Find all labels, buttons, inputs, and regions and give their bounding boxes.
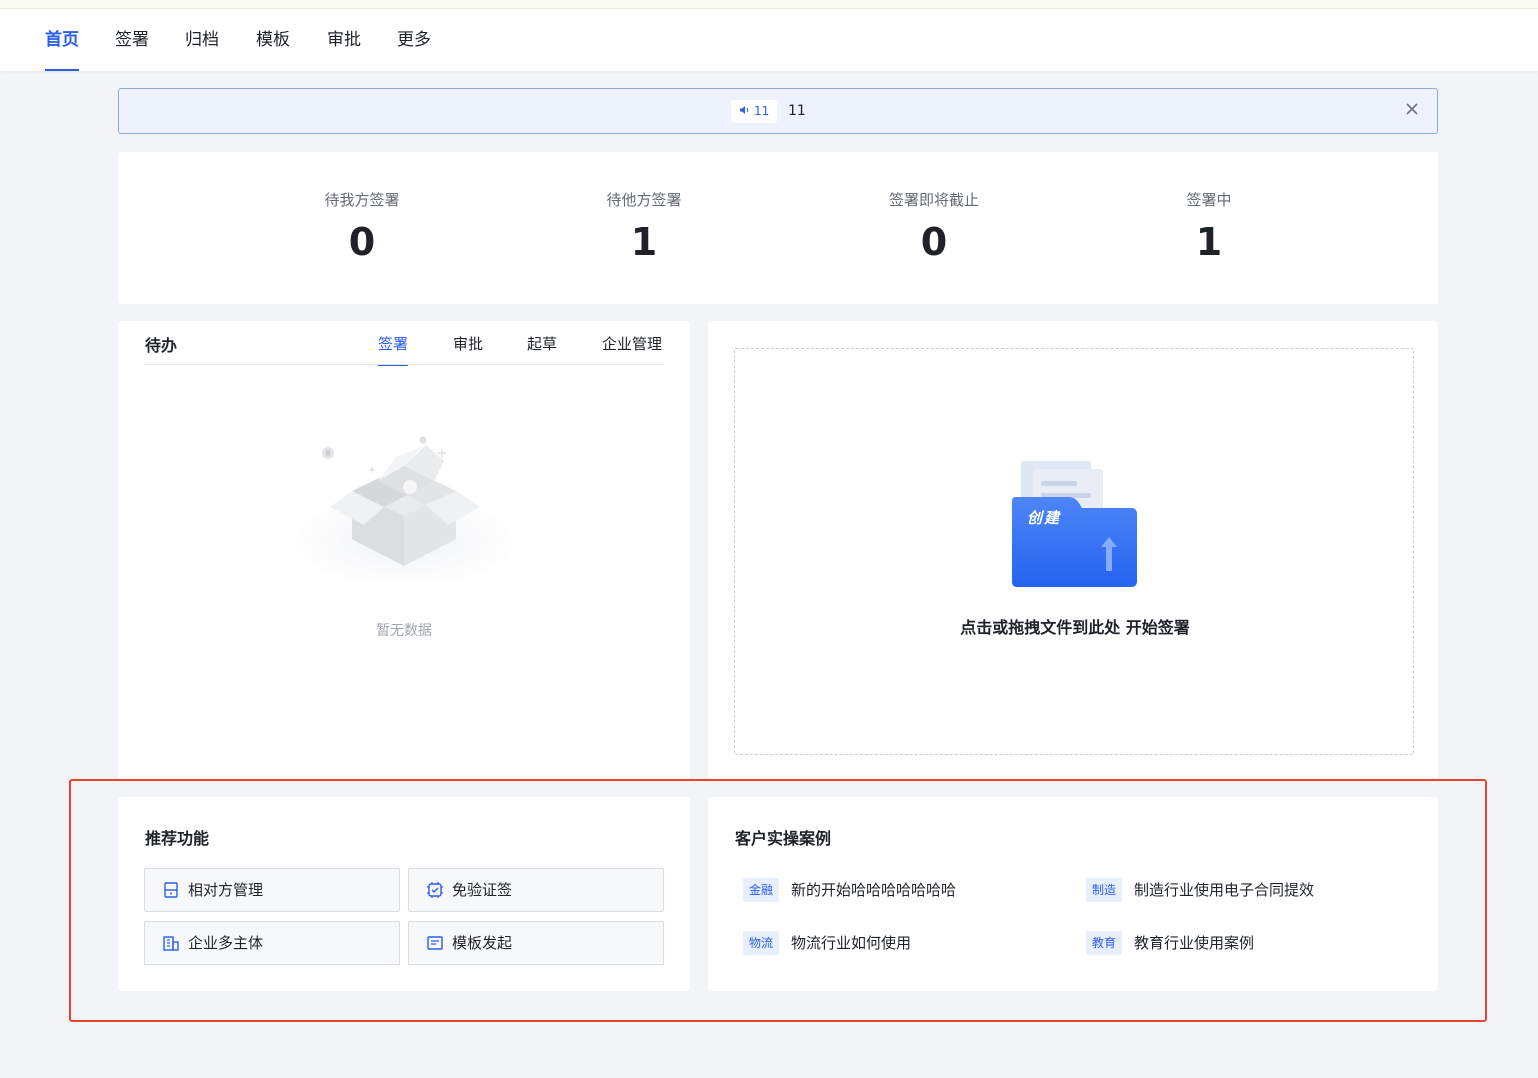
todo-tab-sign[interactable]: 签署	[378, 333, 409, 366]
cases-title: 客户实操案例	[735, 829, 832, 848]
feature-label: 相对方管理	[188, 881, 264, 899]
todo-tab-draft[interactable]: 起草	[527, 333, 557, 365]
recommend-title: 推荐功能	[145, 829, 210, 848]
stat-label: 待他方签署	[606, 191, 682, 209]
nav-tab-sign[interactable]: 签署	[115, 9, 149, 71]
empty-box-illustration	[286, 421, 522, 591]
close-icon[interactable]	[1399, 98, 1425, 124]
stat-label: 待我方签署	[324, 191, 400, 209]
stats-panel: 待我方签署 0 待他方签署 1 签署即将截止 0 签署中 1	[118, 152, 1438, 304]
upload-dropzone[interactable]: 创建 点击或拖拽文件到此处 开始签署	[734, 348, 1414, 755]
speaker-icon	[739, 100, 750, 123]
case-tag: 物流	[743, 931, 780, 955]
nav-tab-more[interactable]: 更多	[397, 9, 431, 71]
case-tag: 教育	[1086, 931, 1123, 955]
todo-tab-approval[interactable]: 审批	[453, 333, 483, 365]
upload-instruction: 点击或拖拽文件到此处 开始签署	[960, 618, 1190, 637]
nav-tab-template[interactable]: 模板	[256, 9, 290, 71]
case-title: 教育行业使用案例	[1134, 934, 1255, 952]
case-tag: 制造	[1086, 878, 1123, 902]
verified-seal-icon	[426, 881, 444, 899]
upload-card: 创建 点击或拖拽文件到此处 开始签署	[708, 321, 1438, 781]
create-folder-icon: 创建	[1009, 457, 1143, 589]
case-tag: 金融	[743, 878, 780, 902]
feature-label: 企业多主体	[188, 934, 264, 952]
stat-value: 1	[1195, 220, 1223, 264]
stat-value: 0	[920, 220, 948, 264]
feature-template-start-button[interactable]: 模板发起	[408, 921, 664, 965]
case-title: 新的开始哈哈哈哈哈哈哈	[791, 881, 957, 899]
feature-no-verify-sign-button[interactable]: 免验证签	[408, 868, 664, 912]
todo-title: 待办	[145, 336, 178, 355]
case-title: 制造行业使用电子合同提效	[1134, 881, 1315, 899]
template-icon	[426, 934, 444, 952]
notice-tag: 11	[731, 100, 778, 123]
folder-label: 创建	[1027, 509, 1062, 527]
stat-label: 签署即将截止	[888, 191, 979, 209]
top-nav: 首页 签署 归档 模板 审批 更多	[0, 9, 1538, 71]
nav-tab-home[interactable]: 首页	[45, 9, 79, 71]
todo-tab-enterprise[interactable]: 企业管理	[602, 333, 662, 365]
recommend-card: 推荐功能 相对方管理 免验证签 企业多主体 模板发起	[118, 797, 690, 991]
stat-value: 0	[348, 220, 376, 264]
feature-label: 免验证签	[452, 881, 513, 899]
cases-card: 客户实操案例 金融 新的开始哈哈哈哈哈哈哈 制造 制造行业使用电子合同提效 物流…	[708, 797, 1438, 991]
nav-tab-archive[interactable]: 归档	[185, 9, 219, 71]
todo-card: 待办 签署 审批 起草 企业管理 暂无数据	[118, 321, 690, 781]
nav-tab-approval[interactable]: 审批	[327, 9, 361, 71]
feature-counterparty-button[interactable]: 相对方管理	[144, 868, 400, 912]
top-strip	[0, 0, 1538, 9]
notice-tag-text: 11	[754, 104, 770, 118]
feature-multi-entity-button[interactable]: 企业多主体	[144, 921, 400, 965]
empty-text: 暂无数据	[376, 623, 432, 639]
notice-text: 11	[788, 103, 806, 119]
stat-label: 签署中	[1186, 191, 1232, 209]
notice-bar: 11 11	[118, 88, 1438, 134]
case-title: 物流行业如何使用	[791, 934, 912, 952]
stat-value: 1	[630, 220, 658, 264]
tab-divider	[144, 364, 664, 365]
contacts-icon	[162, 881, 180, 899]
feature-label: 模板发起	[452, 934, 513, 952]
enterprise-icon	[162, 934, 180, 952]
